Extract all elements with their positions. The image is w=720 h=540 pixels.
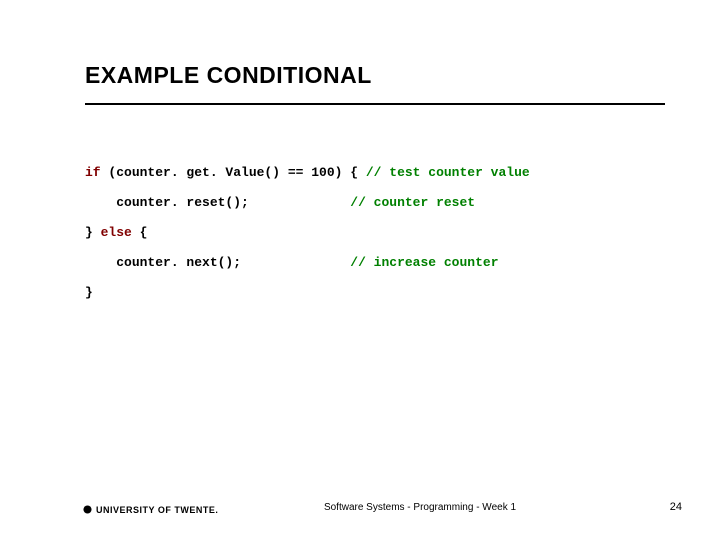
keyword-else: else [101, 225, 132, 240]
title-underline [85, 103, 665, 105]
code-indent [85, 195, 116, 210]
page-number: 24 [670, 501, 682, 513]
code-text: (counter. get. Value() == 100) { [101, 165, 366, 180]
code-text: } [85, 285, 93, 300]
comment: // increase counter [350, 255, 498, 270]
code-block: if (counter. get. Value() == 100) { // t… [85, 158, 530, 308]
slide-title: EXAMPLE CONDITIONAL [85, 62, 372, 89]
comment: // counter reset [350, 195, 475, 210]
code-text: { [132, 225, 148, 240]
code-text: counter. reset(); [116, 195, 350, 210]
keyword-if: if [85, 165, 101, 180]
slide: EXAMPLE CONDITIONAL if (counter. get. Va… [0, 0, 720, 540]
code-indent [85, 255, 116, 270]
code-text: } [85, 225, 101, 240]
code-text: counter. next(); [116, 255, 350, 270]
footer-course: Software Systems - Programming - Week 1 [0, 502, 720, 513]
comment: // test counter value [366, 165, 530, 180]
